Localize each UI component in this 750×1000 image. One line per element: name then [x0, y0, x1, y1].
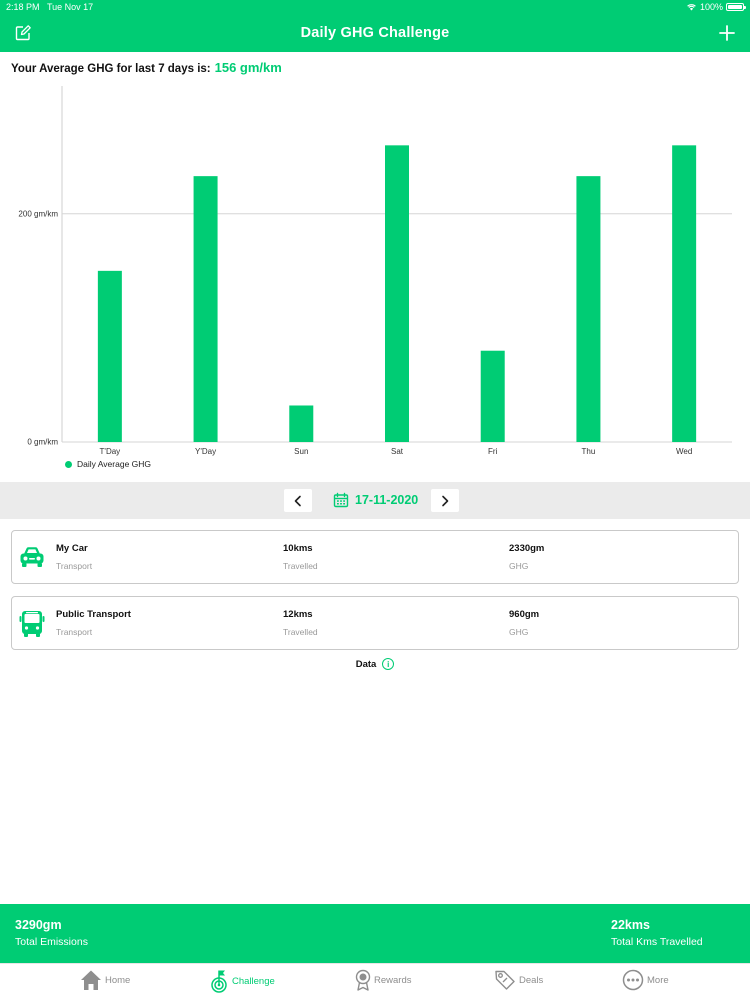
- average-ghg-summary: Your Average GHG for last 7 days is: 156 …: [11, 60, 282, 75]
- trip-ghg: 2330gm: [509, 543, 545, 554]
- tab-label: Deals: [519, 974, 544, 986]
- summary-bar: 3290gm Total Emissions 22kms Total Kms T…: [0, 904, 750, 963]
- tab-rewards[interactable]: Rewards: [355, 969, 412, 991]
- x-tick-label: Thu: [582, 447, 596, 456]
- trip-distance-column: 10kms Travelled: [283, 543, 318, 571]
- trip-ghg: 960gm: [509, 609, 540, 620]
- next-date-button[interactable]: [431, 489, 459, 512]
- bar: [97, 270, 122, 442]
- info-icon[interactable]: i: [382, 658, 395, 670]
- chevron-left-icon: [294, 495, 301, 506]
- ghg-bar-chart: 0 gm/km 200 gm/km T'Day Y'Day Sun Sat Fri Thu We…: [0, 78, 750, 478]
- trip-name-column: Public Transport Transport: [56, 609, 131, 637]
- selected-date: 17-11-2020: [355, 493, 419, 507]
- trip-name: My Car: [56, 543, 88, 554]
- trip-card-my-car[interactable]: My Car Transport 10kms Travelled 2330gm …: [11, 530, 739, 584]
- status-time: 2:18 PM: [6, 2, 40, 12]
- total-emissions-label: Total Emissions: [15, 936, 88, 948]
- average-value: 156 gm/km: [214, 60, 282, 75]
- average-label: Your Average GHG for last 7 days is:: [11, 63, 211, 75]
- tab-bar: Home Challenge Rewards Deals More: [0, 963, 750, 1000]
- bar: [672, 145, 697, 442]
- tab-label: Home: [105, 974, 131, 986]
- tab-more[interactable]: More: [622, 969, 669, 991]
- data-info-row: Data i: [0, 658, 750, 670]
- bar: [289, 405, 314, 442]
- trip-ghg-label: GHG: [509, 561, 529, 571]
- chart-canvas: 0 gm/km 200 gm/km T'Day Y'Day Sun Sat Fri Thu We…: [18, 86, 732, 456]
- x-tick-label: Fri: [488, 447, 498, 456]
- legend-label: Daily Average GHG: [77, 459, 152, 469]
- trip-card-public-transport[interactable]: Public Transport Transport 12kms Travell…: [11, 596, 739, 650]
- status-date: Tue Nov 17: [47, 2, 94, 12]
- home-icon: [81, 970, 101, 990]
- total-kms: 22kms Total Kms Travelled: [611, 918, 703, 948]
- wifi-icon: [687, 4, 696, 11]
- tab-label: Challenge: [232, 975, 275, 987]
- bus-icon: [19, 611, 45, 637]
- bar: [576, 176, 601, 442]
- trip-ghg-column: 960gm GHG: [509, 609, 539, 637]
- total-emissions: 3290gm Total Emissions: [15, 918, 88, 948]
- bar: [193, 176, 218, 442]
- x-tick-label: Y'Day: [195, 447, 216, 456]
- battery-percent: 100%: [699, 2, 723, 12]
- nav-bar: Daily GHG Challenge: [0, 14, 750, 52]
- previous-date-button[interactable]: [284, 489, 312, 512]
- x-tick-label: T'Day: [100, 447, 121, 456]
- x-tick-label: Sat: [391, 447, 404, 456]
- total-emissions-value: 3290gm: [15, 918, 62, 932]
- legend-dot: [65, 460, 72, 468]
- car-icon: [20, 547, 44, 567]
- challenge-icon: [211, 970, 227, 993]
- tab-challenge[interactable]: Challenge: [209, 969, 275, 993]
- tab-home[interactable]: Home: [80, 969, 130, 991]
- y-tick-label: 0 gm/km: [27, 438, 58, 447]
- data-label: Data: [355, 658, 377, 670]
- trip-type: Transport: [56, 561, 93, 571]
- total-kms-label: Total Kms Travelled: [611, 936, 703, 948]
- trip-ghg-label: GHG: [509, 627, 529, 637]
- y-tick-label: 200 gm/km: [18, 209, 58, 218]
- trip-distance-column: 12kms Travelled: [283, 609, 318, 637]
- status-bar: 2:18 PM Tue Nov 17 100%: [0, 0, 750, 14]
- chevron-right-icon: [442, 495, 449, 506]
- date-picker[interactable]: 17-11-2020: [333, 492, 418, 508]
- plus-icon[interactable]: [718, 24, 736, 42]
- status-right: 100%: [686, 2, 746, 12]
- tab-deals[interactable]: Deals: [494, 969, 543, 991]
- trip-distance: 12kms: [283, 609, 313, 620]
- more-icon: [622, 969, 644, 991]
- page-title: Daily GHG Challenge: [300, 25, 450, 41]
- tab-label: More: [647, 974, 669, 986]
- calendar-icon: [333, 492, 349, 508]
- chart-legend: Daily Average GHG: [65, 459, 151, 469]
- x-tick-label: Sun: [294, 447, 308, 456]
- battery-icon: [726, 3, 746, 11]
- trip-distance-label: Travelled: [283, 627, 318, 637]
- tab-label: Rewards: [374, 974, 412, 986]
- trip-name-column: My Car Transport: [56, 543, 92, 571]
- tag-icon: [495, 970, 515, 990]
- bar: [385, 145, 409, 442]
- rewards-icon: [355, 969, 371, 991]
- bar: [480, 350, 505, 442]
- x-tick-label: Wed: [676, 447, 692, 456]
- date-navigator: 17-11-2020: [0, 482, 750, 519]
- trip-ghg-column: 2330gm GHG: [509, 543, 544, 571]
- trip-type: Transport: [56, 627, 93, 637]
- trip-name: Public Transport: [56, 609, 131, 620]
- trip-distance: 10kms: [283, 543, 313, 554]
- total-kms-value: 22kms: [611, 918, 650, 932]
- trip-distance-label: Travelled: [283, 561, 318, 571]
